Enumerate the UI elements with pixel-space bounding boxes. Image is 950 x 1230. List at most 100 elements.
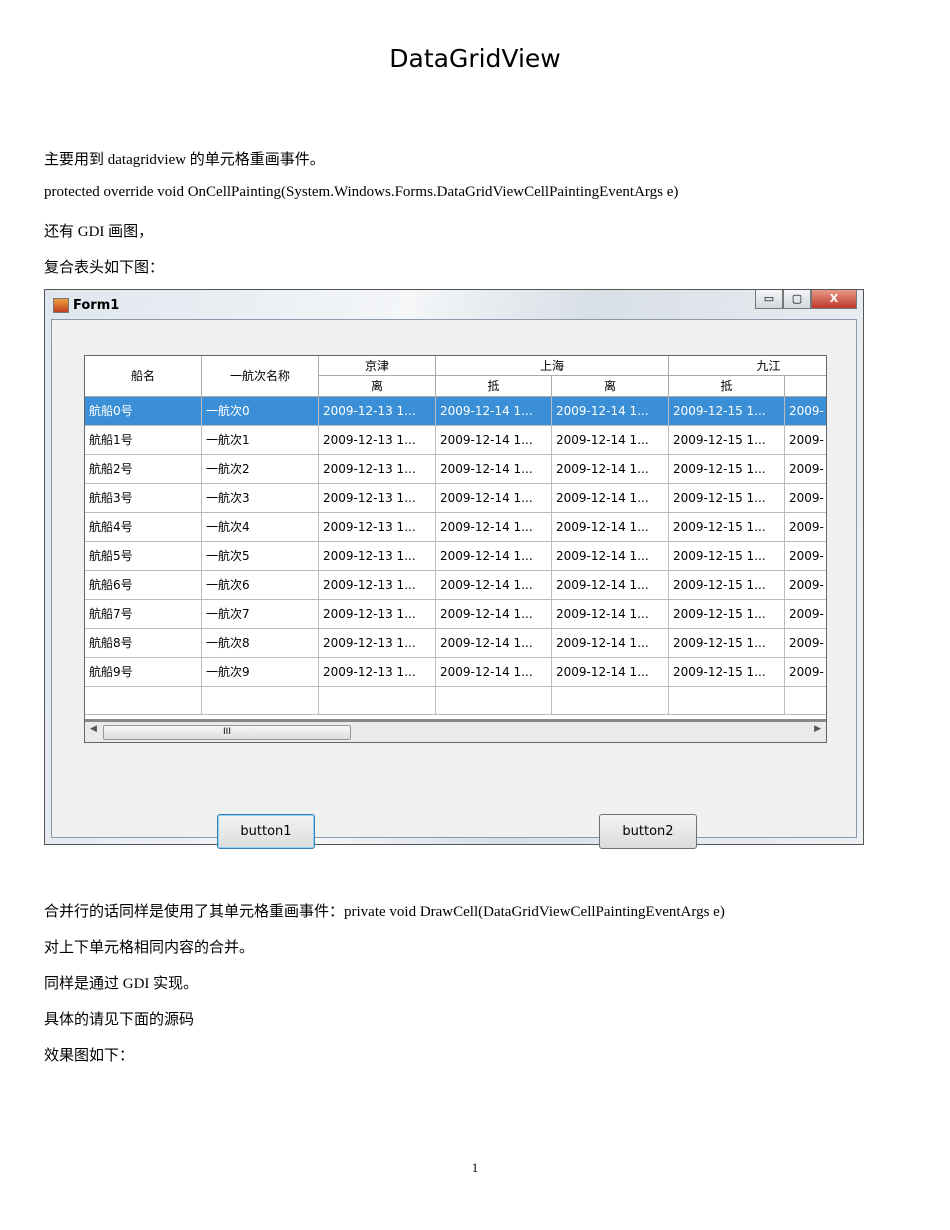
- grid-cell[interactable]: 航船5号: [85, 542, 202, 571]
- grid-cell[interactable]: 2009-: [785, 658, 826, 687]
- grid-cell[interactable]: 2009-: [785, 455, 826, 484]
- grid-cell[interactable]: 2009-12-14 1...: [436, 513, 552, 542]
- grid-cell[interactable]: 2009-12-14 1...: [552, 513, 669, 542]
- grid-cell[interactable]: 一航次0: [202, 397, 319, 426]
- grid-cell[interactable]: 2009-12-14 1...: [436, 397, 552, 426]
- grid-cell[interactable]: 2009-12-15 1...: [669, 484, 785, 513]
- grid-cell[interactable]: 2009-: [785, 600, 826, 629]
- close-button[interactable]: X: [811, 290, 857, 309]
- grid-cell[interactable]: 航船6号: [85, 571, 202, 600]
- new-row-cell[interactable]: [436, 687, 552, 715]
- grid-cell[interactable]: 2009-: [785, 513, 826, 542]
- grid-cell[interactable]: 2009-12-14 1...: [552, 455, 669, 484]
- grid-cell[interactable]: 2009-12-14 1...: [436, 629, 552, 658]
- column-header-voyage[interactable]: 一航次名称: [202, 356, 319, 397]
- grid-cell[interactable]: 一航次2: [202, 455, 319, 484]
- grid-cell[interactable]: 2009-12-14 1...: [552, 571, 669, 600]
- new-row-cell[interactable]: [552, 687, 669, 715]
- new-row-cell[interactable]: [785, 687, 826, 715]
- grid-cell[interactable]: 一航次5: [202, 542, 319, 571]
- grid-cell[interactable]: 2009-: [785, 484, 826, 513]
- grid-cell[interactable]: 2009-12-14 1...: [552, 484, 669, 513]
- scroll-left-icon[interactable]: ◀: [90, 724, 97, 734]
- grid-cell[interactable]: 航船8号: [85, 629, 202, 658]
- sub-column-header[interactable]: [785, 376, 826, 397]
- grid-cell[interactable]: 2009-12-15 1...: [669, 600, 785, 629]
- grid-cell[interactable]: 2009-12-14 1...: [436, 455, 552, 484]
- grid-cell[interactable]: 2009-: [785, 542, 826, 571]
- grid-cell[interactable]: 一航次9: [202, 658, 319, 687]
- grid-cell[interactable]: 2009-12-13 1...: [319, 542, 436, 571]
- maximize-button[interactable]: ▢: [783, 290, 811, 309]
- grid-cell[interactable]: 2009-12-14 1...: [436, 658, 552, 687]
- minimize-button[interactable]: ▭: [755, 290, 783, 309]
- scroll-thumb[interactable]: III: [103, 725, 351, 740]
- group-header: 京津: [319, 356, 436, 376]
- new-row-cell[interactable]: [85, 687, 202, 715]
- app-icon: [53, 298, 69, 313]
- grid-cell[interactable]: 航船7号: [85, 600, 202, 629]
- grid-cell[interactable]: 2009-12-14 1...: [552, 426, 669, 455]
- grid-cell[interactable]: 2009-12-14 1...: [552, 629, 669, 658]
- grid-cell[interactable]: 航船0号: [85, 397, 202, 426]
- document-title: DataGridView: [389, 44, 561, 73]
- grid-cell[interactable]: 2009-12-14 1...: [552, 600, 669, 629]
- grid-cell[interactable]: 一航次4: [202, 513, 319, 542]
- grid-cell[interactable]: 2009-12-13 1...: [319, 658, 436, 687]
- grid-cell[interactable]: 2009-12-13 1...: [319, 629, 436, 658]
- grid-cell[interactable]: 2009-12-13 1...: [319, 426, 436, 455]
- new-row-cell[interactable]: [319, 687, 436, 715]
- data-grid-view[interactable]: 2009- 2009-12-15 1... 2009-12-14 1... 2009-…: [84, 355, 827, 743]
- grid-cell[interactable]: 一航次6: [202, 571, 319, 600]
- grid-cell[interactable]: 2009-12-15 1...: [669, 542, 785, 571]
- scroll-right-icon[interactable]: ▶: [814, 724, 821, 734]
- new-row-cell[interactable]: [202, 687, 319, 715]
- grid-cell[interactable]: 一航次8: [202, 629, 319, 658]
- grid-cell[interactable]: 2009-12-15 1...: [669, 397, 785, 426]
- paragraph: 对上下单元格相同内容的合并。: [44, 940, 255, 956]
- grid-cell[interactable]: 2009-12-15 1...: [669, 658, 785, 687]
- grid-cell[interactable]: 航船4号: [85, 513, 202, 542]
- grid-cell[interactable]: 2009-: [785, 397, 826, 426]
- grid-cell[interactable]: 2009-12-13 1...: [319, 571, 436, 600]
- grid-cell[interactable]: 2009-12-13 1...: [319, 455, 436, 484]
- grid-cell[interactable]: 2009-12-14 1...: [436, 571, 552, 600]
- grid-cell[interactable]: 一航次3: [202, 484, 319, 513]
- sub-column-header[interactable]: 抵: [669, 376, 785, 397]
- grid-cell[interactable]: 2009-: [785, 629, 826, 658]
- grid-cell[interactable]: 2009-: [785, 571, 826, 600]
- grid-cell[interactable]: 2009-12-13 1...: [319, 513, 436, 542]
- sub-column-header[interactable]: 离: [319, 376, 436, 397]
- grid-cell[interactable]: 2009-12-14 1...: [552, 658, 669, 687]
- grid-cell[interactable]: 2009-12-15 1...: [669, 513, 785, 542]
- grid-cell[interactable]: 2009-12-14 1...: [552, 397, 669, 426]
- horizontal-scrollbar[interactable]: ◀ III ▶: [85, 719, 826, 742]
- grid-cell[interactable]: 一航次1: [202, 426, 319, 455]
- button1[interactable]: button1: [217, 814, 315, 849]
- grid-cell[interactable]: 2009-12-15 1...: [669, 455, 785, 484]
- grid-cell[interactable]: 2009-12-14 1...: [552, 542, 669, 571]
- button2[interactable]: button2: [599, 814, 697, 849]
- grid-cell[interactable]: 2009-12-14 1...: [436, 542, 552, 571]
- grid-cell[interactable]: 航船9号: [85, 658, 202, 687]
- grid-cell[interactable]: 2009-12-13 1...: [319, 397, 436, 426]
- grid-cell[interactable]: 2009-: [785, 426, 826, 455]
- grid-cell[interactable]: 2009-12-13 1...: [319, 600, 436, 629]
- grid-cell[interactable]: 2009-12-15 1...: [669, 571, 785, 600]
- grid-cell[interactable]: 一航次7: [202, 600, 319, 629]
- paragraph: 复合表头如下图：: [44, 260, 165, 276]
- grid-cell[interactable]: 2009-12-14 1...: [436, 600, 552, 629]
- column-header-ship[interactable]: 船名: [85, 356, 202, 397]
- grid-cell[interactable]: 2009-12-15 1...: [669, 629, 785, 658]
- grid-cell[interactable]: 航船3号: [85, 484, 202, 513]
- grid-cell[interactable]: 2009-12-14 1...: [436, 426, 552, 455]
- paragraph: 还有 GDI 画图，: [44, 224, 154, 240]
- sub-column-header[interactable]: 抵: [436, 376, 552, 397]
- new-row-cell[interactable]: [669, 687, 785, 715]
- grid-cell[interactable]: 航船1号: [85, 426, 202, 455]
- grid-cell[interactable]: 2009-12-15 1...: [669, 426, 785, 455]
- sub-column-header[interactable]: 离: [552, 376, 669, 397]
- grid-cell[interactable]: 2009-12-13 1...: [319, 484, 436, 513]
- grid-cell[interactable]: 2009-12-14 1...: [436, 484, 552, 513]
- grid-cell[interactable]: 航船2号: [85, 455, 202, 484]
